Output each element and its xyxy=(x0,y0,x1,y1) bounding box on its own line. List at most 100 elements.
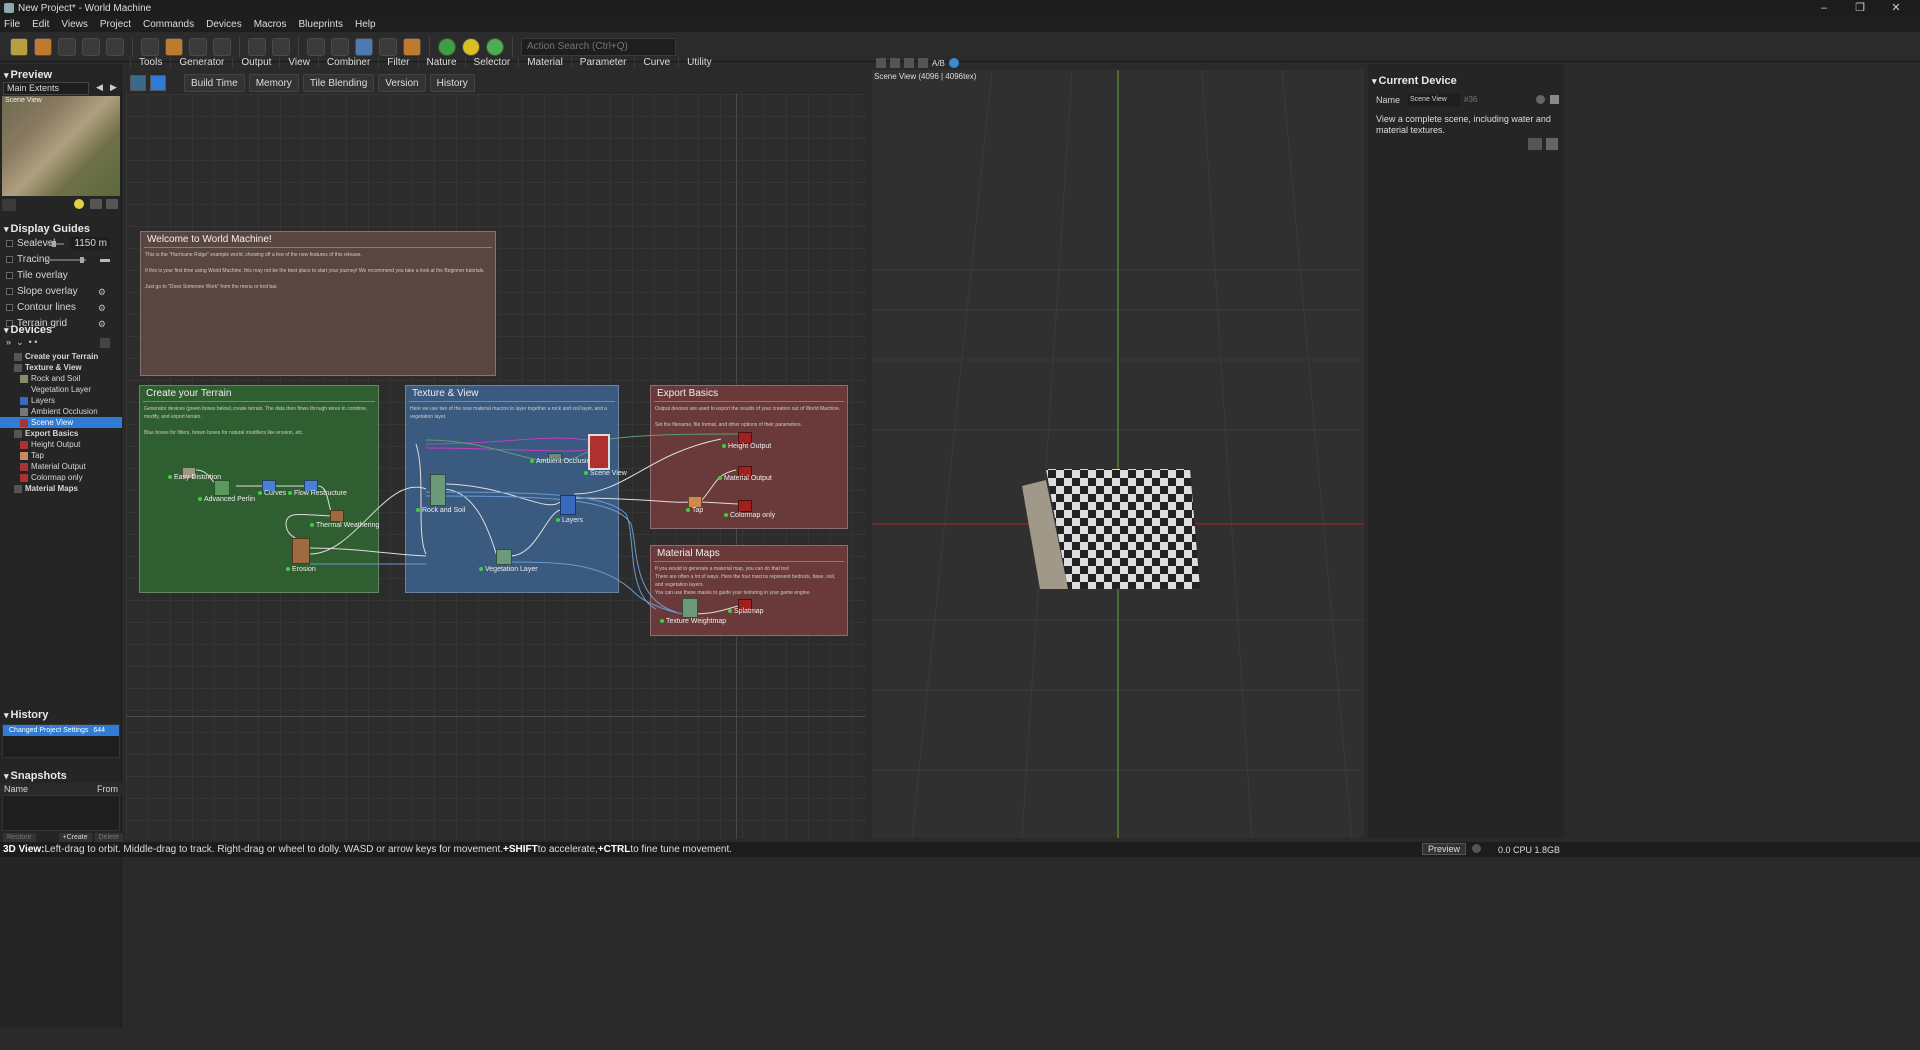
add-tool-icon[interactable] xyxy=(150,75,166,91)
grid-layout-icon[interactable] xyxy=(272,37,290,56)
help-icon[interactable] xyxy=(58,37,76,56)
open-project-icon[interactable] xyxy=(34,37,52,56)
green-ball-icon[interactable] xyxy=(438,37,456,56)
contour-lines-checkbox[interactable] xyxy=(6,303,13,311)
device-name-input[interactable]: Scene View xyxy=(1408,94,1460,106)
tree-item[interactable]: Tap xyxy=(0,450,122,461)
menu-commands[interactable]: Commands xyxy=(143,19,194,30)
sync-icon[interactable] xyxy=(948,58,959,68)
tree-item[interactable]: Height Output xyxy=(0,439,122,450)
tab-material[interactable]: Material xyxy=(518,56,571,68)
yellow-ball-icon[interactable] xyxy=(462,37,480,56)
sealevel-checkbox[interactable] xyxy=(6,239,13,247)
action-search-input[interactable] xyxy=(521,37,676,56)
close-button[interactable]: ✕ xyxy=(1878,0,1914,16)
prev-arrow-icon[interactable]: ◀ xyxy=(96,82,103,93)
lighting-icon[interactable] xyxy=(74,199,84,209)
tree-item[interactable]: Colormap only xyxy=(0,472,122,483)
tree-item[interactable]: Layers xyxy=(0,395,122,406)
dots-icon[interactable]: • • xyxy=(29,337,38,347)
tracing-slider[interactable] xyxy=(46,257,86,263)
preview-button[interactable]: Preview xyxy=(1422,843,1466,855)
menu-help[interactable]: Help xyxy=(355,19,376,30)
eye-icon[interactable] xyxy=(918,58,928,68)
select-tool-icon[interactable] xyxy=(130,75,146,91)
tree-group[interactable]: Texture & View xyxy=(0,362,122,373)
preview-thumbnail[interactable]: Scene View xyxy=(2,96,120,196)
menu-views[interactable]: Views xyxy=(61,19,88,30)
menu-project[interactable]: Project xyxy=(100,19,131,30)
image-icon[interactable] xyxy=(379,37,397,56)
history-button[interactable]: History xyxy=(429,74,475,92)
tree-item[interactable]: Ambient Occlusion xyxy=(0,406,122,417)
collapse-all-icon[interactable]: ⌄ xyxy=(16,337,24,347)
node-scene-view[interactable] xyxy=(588,434,610,470)
version-button[interactable]: Version xyxy=(378,74,426,92)
tab-view[interactable]: View xyxy=(279,56,318,68)
next-arrow-icon[interactable]: ▶ xyxy=(110,82,117,93)
devices-header[interactable]: Devices xyxy=(0,323,122,337)
menu-edit[interactable]: Edit xyxy=(32,19,49,30)
tab-parameter[interactable]: Parameter xyxy=(570,56,635,68)
world-settings-icon[interactable] xyxy=(213,37,231,56)
gear-icon[interactable]: ⚙ xyxy=(98,300,106,316)
display-guides-header[interactable]: Display Guides xyxy=(0,222,122,236)
tile-blending-button[interactable]: Tile Blending xyxy=(302,74,375,92)
node-advanced-perlin[interactable] xyxy=(214,480,230,496)
minimize-button[interactable]: – xyxy=(1806,0,1842,16)
tab-tools[interactable]: Tools xyxy=(130,56,170,68)
menu-file[interactable]: File xyxy=(4,19,20,30)
extents-select[interactable]: Main Extents xyxy=(3,82,89,95)
tree-group[interactable]: Create your Terrain xyxy=(0,351,122,362)
tab-generator[interactable]: Generator xyxy=(170,56,232,68)
snapshots-header[interactable]: Snapshots xyxy=(0,769,122,783)
tree-group[interactable]: Export Basics xyxy=(0,428,122,439)
node-vegetation-layer[interactable] xyxy=(496,549,512,565)
tab-nature[interactable]: Nature xyxy=(417,56,465,68)
ab-compare-button[interactable]: A/B xyxy=(932,59,945,68)
tree-item[interactable]: Material Output xyxy=(0,461,122,472)
shade-icon[interactable] xyxy=(106,199,118,209)
expand-all-icon[interactable]: » xyxy=(6,337,11,347)
tile-overlay-checkbox[interactable] xyxy=(6,271,13,279)
history-header[interactable]: History xyxy=(0,708,122,722)
tab-output[interactable]: Output xyxy=(232,56,279,68)
node-texture-weightmap[interactable] xyxy=(682,598,698,618)
brush-icon[interactable] xyxy=(403,37,421,56)
tracing-checkbox[interactable] xyxy=(6,255,13,263)
node-erosion[interactable] xyxy=(292,538,310,564)
folder-icon[interactable]: ▬ xyxy=(100,252,110,268)
node-layers[interactable] xyxy=(560,495,576,515)
tab-combiner[interactable]: Combiner xyxy=(317,56,378,68)
settings-icon[interactable] xyxy=(106,37,124,56)
render-icon[interactable] xyxy=(890,58,900,68)
tab-curve[interactable]: Curve xyxy=(634,56,678,68)
maximize-button[interactable]: ❐ xyxy=(1842,0,1878,16)
current-device-header[interactable]: Current Device xyxy=(1368,74,1564,88)
device-graph[interactable]: Welcome to World Machine! This is the "H… xyxy=(126,94,866,839)
tree-item[interactable]: Rock and Soil xyxy=(0,373,122,384)
grid-icon[interactable] xyxy=(1546,138,1558,150)
tile-icon[interactable] xyxy=(307,37,325,56)
preview-header[interactable]: Preview xyxy=(0,68,122,82)
delete-snapshot-button[interactable]: Delete xyxy=(94,833,123,842)
device-toggle-icon[interactable] xyxy=(1536,95,1545,104)
gear-icon[interactable]: ⚙ xyxy=(98,284,106,300)
target-icon[interactable] xyxy=(189,37,207,56)
menu-devices[interactable]: Devices xyxy=(206,19,242,30)
sphere-icon[interactable] xyxy=(355,37,373,56)
texture-icon[interactable] xyxy=(904,58,914,68)
history-item[interactable]: Changed Project Settings 644 xyxy=(3,725,119,736)
sealevel-value[interactable]: 1150 m xyxy=(70,237,110,250)
build-icon[interactable] xyxy=(141,37,159,56)
terrain-icon[interactable] xyxy=(90,199,102,209)
memory-button[interactable]: Memory xyxy=(248,74,299,92)
node-rock-and-soil[interactable] xyxy=(430,474,446,506)
tab-filter[interactable]: Filter xyxy=(378,56,417,68)
slope-overlay-checkbox[interactable] xyxy=(6,287,13,295)
sliders-icon[interactable] xyxy=(1528,138,1542,150)
preview-mode-icon[interactable] xyxy=(2,199,16,211)
tab-selector[interactable]: Selector xyxy=(464,56,519,68)
map-icon[interactable] xyxy=(331,37,349,56)
camera-icon[interactable] xyxy=(876,58,886,68)
